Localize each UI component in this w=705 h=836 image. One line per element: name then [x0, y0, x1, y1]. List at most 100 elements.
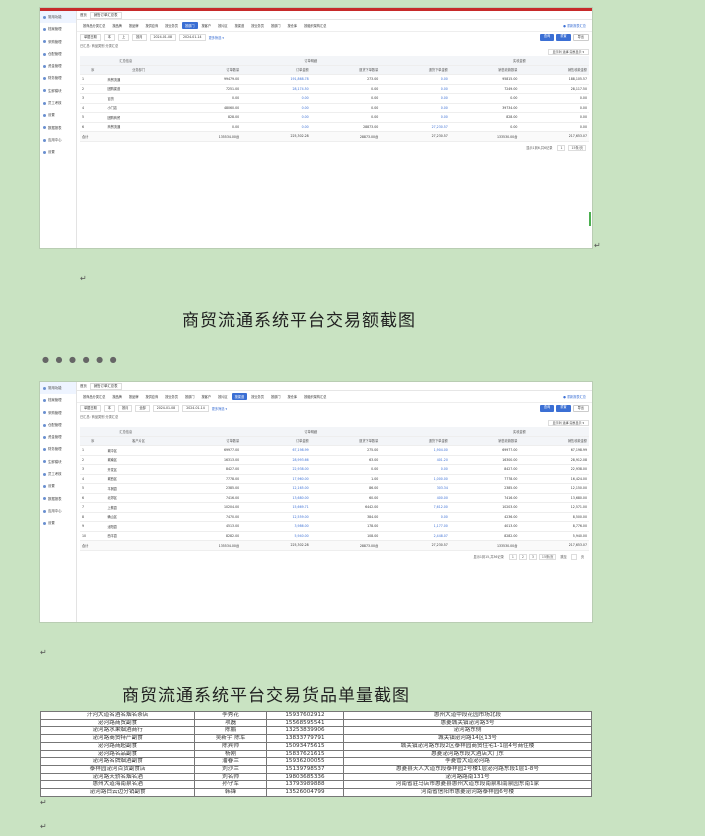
active-tab[interactable]: 销售订单汇总表	[89, 382, 122, 390]
filter-mode-current[interactable]: 本	[103, 404, 115, 412]
sidebar-item[interactable]: 仓配管理	[40, 48, 76, 60]
sidebar-item[interactable]: 采购管理	[40, 407, 76, 419]
export-button[interactable]: 导出	[572, 33, 589, 41]
column-header: 订单金额	[241, 65, 311, 75]
sidebar-item[interactable]: 设置	[40, 109, 76, 121]
filter-mode-month[interactable]: 按月	[117, 404, 133, 412]
report-nav-tab[interactable]: 按品牌	[126, 22, 142, 29]
filter-mode-last[interactable]: 上	[117, 33, 130, 41]
report-nav-tab[interactable]: 按组织架构汇总	[301, 22, 329, 29]
sidebar-item[interactable]: 档案管理	[40, 23, 76, 35]
export-button[interactable]: 导出	[572, 404, 589, 412]
report-nav-tab[interactable]: 按组织架构汇总	[301, 393, 329, 400]
sidebar-item[interactable]: 数据报表	[40, 493, 76, 505]
home-tab[interactable]: 首页	[80, 11, 87, 19]
total-cell: 135534.00台	[171, 540, 242, 551]
report-nav-tab[interactable]: 按业务员	[162, 393, 181, 400]
report-nav-tab[interactable]: 按供应商	[142, 22, 161, 29]
sidebar-item[interactable]: 资金管理	[40, 431, 76, 443]
tab-bar: 首页 销售订单汇总表	[77, 382, 592, 391]
sidebar-item[interactable]: 员工考核	[40, 97, 76, 109]
more-filter-link[interactable]: 更多筛选 ▾	[209, 35, 224, 40]
phone-cell: 15936200055	[265, 757, 345, 766]
report-nav-tab[interactable]: 按部门	[268, 393, 284, 400]
page-button[interactable]: 2	[518, 553, 527, 560]
report-nav-tab[interactable]: 按渠道	[231, 393, 248, 400]
sidebar-item[interactable]: 设置	[40, 146, 76, 158]
report-nav-tab[interactable]: 按业务员	[248, 393, 267, 400]
report-nav-tab[interactable]: 按渠道	[232, 22, 248, 29]
report-nav-tab[interactable]: 按供应商	[142, 393, 161, 400]
date-to-input[interactable]: 2024-01-14	[179, 33, 206, 41]
report-nav-tab[interactable]: 按仓库	[285, 22, 301, 29]
page-size-select[interactable]: 15条/页	[538, 553, 557, 560]
sidebar-item[interactable]: 生鲜模块	[40, 85, 76, 97]
report-nav-tab[interactable]: 按业务员	[248, 22, 267, 29]
total-cell: 225,302.28	[241, 131, 311, 142]
report-nav-tab[interactable]: 按商品分类汇总	[80, 393, 108, 400]
sidebar-item[interactable]: 设置	[40, 517, 76, 529]
table-cell: 384.00	[310, 512, 381, 522]
table-cell: 400.00	[380, 493, 450, 503]
sidebar-item[interactable]: 资金管理	[40, 60, 76, 72]
goto-input[interactable]	[570, 553, 577, 560]
more-filter-link[interactable]: 更多筛选 ▾	[212, 406, 227, 411]
sidebar-item[interactable]: 常用功能	[40, 11, 76, 24]
search-button[interactable]: 查询	[539, 404, 555, 412]
filter-mode-current[interactable]: 本	[103, 33, 115, 41]
report-nav-tab[interactable]: 按部门	[268, 22, 284, 29]
table-cell: 商贸流通	[105, 122, 172, 132]
report-nav-tab[interactable]: 按客户	[199, 393, 215, 400]
table-row: 4 小门店 48060.00 0.00 0.00 0.00 39734.00 0.00	[80, 103, 589, 113]
column-select[interactable]: 显示列 选择 完整显示 ▾	[547, 420, 589, 426]
sidebar-item[interactable]: 仓配管理	[40, 419, 76, 431]
table-cell: 5	[80, 112, 106, 123]
page-button[interactable]: 1	[508, 553, 517, 560]
refresh-report-link[interactable]: ● 重新报表汇总	[560, 22, 589, 29]
sidebar-item[interactable]: 生鲜模块	[40, 456, 76, 468]
report-nav-tab[interactable]: 按片区	[215, 22, 231, 29]
page-button[interactable]: 3	[528, 553, 537, 560]
search-button[interactable]: 查询	[539, 33, 555, 41]
sidebar-item[interactable]: 设置	[40, 480, 76, 492]
reset-button[interactable]: 重置	[556, 404, 571, 412]
report-nav-tab[interactable]: 按仓库	[285, 393, 301, 400]
address-part: 南泉和南泉园东南1家	[485, 781, 540, 788]
date-from-input[interactable]: 2024-01-08	[152, 404, 180, 412]
sidebar-item[interactable]: 员工考核	[40, 468, 76, 480]
page-1[interactable]: 1	[557, 144, 566, 151]
date-to-input[interactable]: 2024-01-14	[182, 404, 209, 412]
report-nav-tab[interactable]: 按部门	[181, 22, 198, 29]
table-cell: 8282.00	[449, 531, 520, 541]
sidebar-item[interactable]: 财务管理	[40, 443, 76, 455]
sidebar-item[interactable]: 档案管理	[40, 394, 76, 406]
menu-icon	[43, 423, 46, 427]
filter-mode-month[interactable]: 按月	[132, 33, 147, 41]
report-nav-tab[interactable]: 按部门	[182, 393, 198, 400]
sidebar-item[interactable]: 财务管理	[40, 72, 76, 84]
date-from-input[interactable]: 2024-01-08	[149, 33, 177, 41]
sidebar-item[interactable]: 数据报表	[40, 122, 76, 134]
report-nav-tab[interactable]: 按品牌	[109, 393, 125, 400]
sidebar-item[interactable]: 采购管理	[40, 36, 76, 48]
sidebar-item[interactable]: 常用功能	[40, 382, 76, 395]
active-tab[interactable]: 销售订单汇总表	[89, 11, 122, 19]
refresh-report-link[interactable]: ● 重新报表汇总	[560, 393, 589, 400]
page-size-select[interactable]: 15条/页	[568, 144, 586, 151]
reset-button[interactable]: 重置	[556, 33, 571, 41]
sidebar-item[interactable]: 应用中心	[40, 505, 76, 517]
report-nav-tab[interactable]: 按品牌	[109, 22, 125, 29]
total-cell: 217,653.07	[519, 131, 589, 142]
report-nav-tab[interactable]: 按商品分类汇总	[80, 22, 108, 29]
filter-mode-all[interactable]: 全部	[135, 404, 150, 412]
column-select[interactable]: 显示列 选择 完整显示 ▾	[547, 49, 589, 55]
report-nav-tab[interactable]: 按客户	[199, 22, 215, 29]
sidebar-item-label: 数据报表	[48, 496, 62, 501]
report-nav-tab[interactable]: 按业务员	[162, 22, 181, 29]
report-nav-tab[interactable]: 按品牌	[126, 393, 142, 400]
table-cell: 28,912.08	[519, 455, 589, 465]
sidebar-item[interactable]: 应用中心	[40, 134, 76, 146]
menu-icon	[43, 398, 46, 402]
home-tab[interactable]: 首页	[80, 382, 87, 390]
report-nav-tab[interactable]: 按片区	[215, 393, 231, 400]
